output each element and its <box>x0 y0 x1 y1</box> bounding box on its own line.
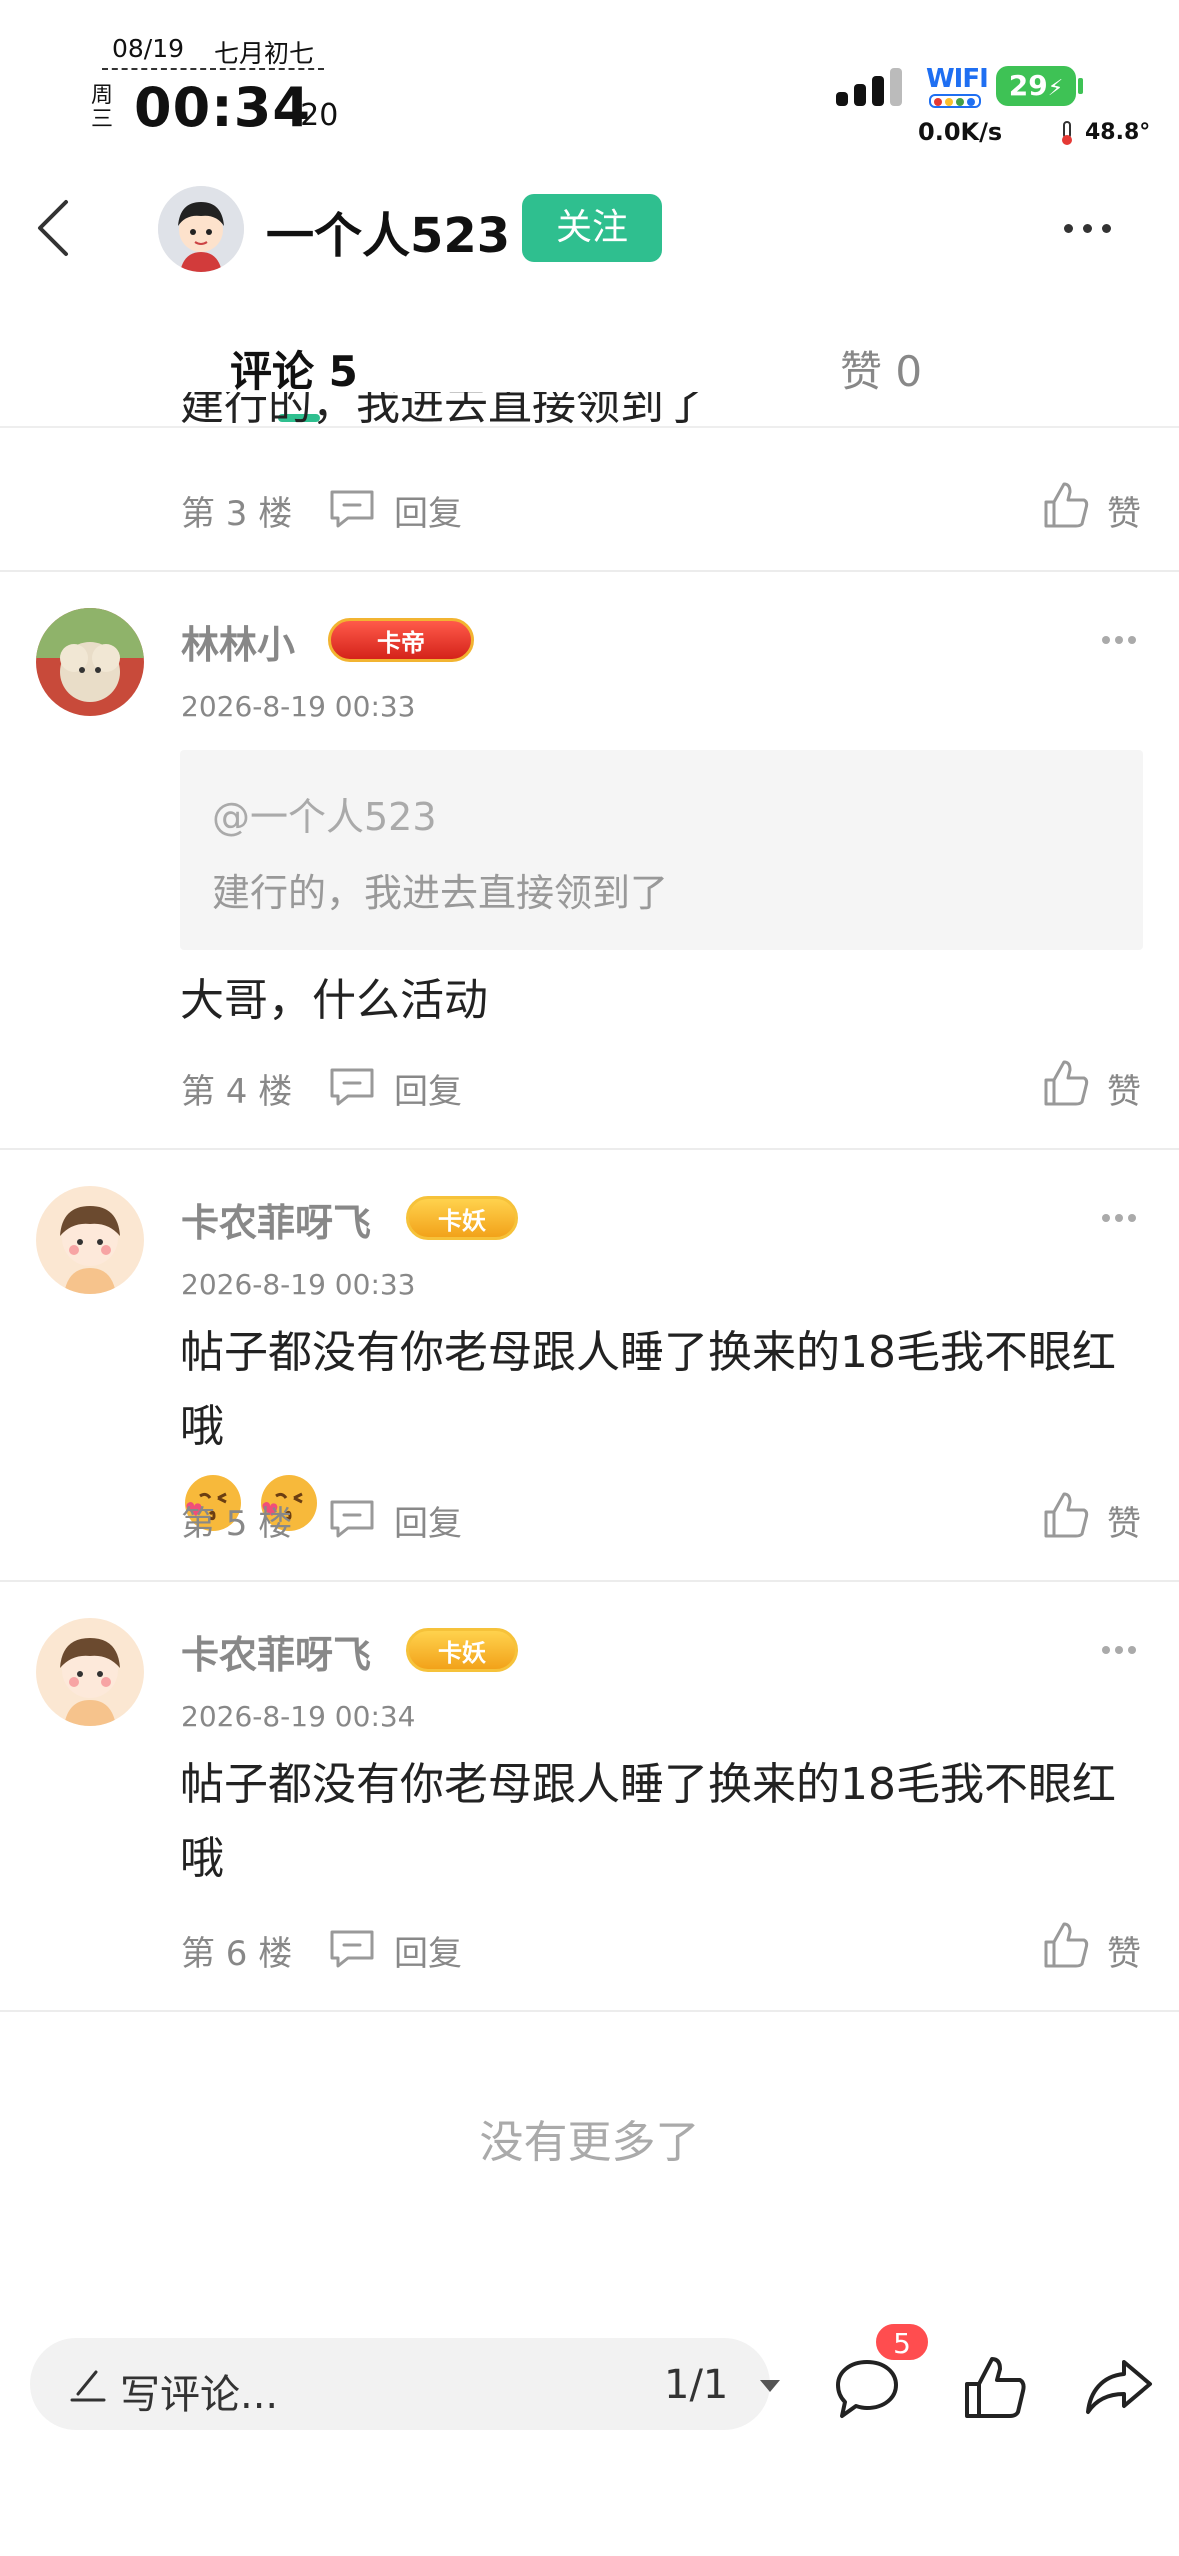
network-speed: 0.0K/s <box>918 118 1003 146</box>
status-divider <box>102 68 324 70</box>
wifi-icon: WIFI <box>926 64 989 94</box>
commenter-name[interactable]: 卡农菲呀飞 <box>181 1192 371 1247</box>
comment-time: 2026-8-19 00:33 <box>181 690 416 723</box>
thumbs-up-icon[interactable] <box>962 2354 1028 2420</box>
like-button[interactable]: 赞 <box>1107 1926 1141 1975</box>
comment-more-icon[interactable] <box>1102 1214 1136 1224</box>
divider <box>0 570 1179 572</box>
quoted-user: @一个人523 <box>212 795 437 839</box>
level-badge: 卡妖 <box>406 1628 518 1672</box>
more-options-icon[interactable] <box>1062 222 1114 236</box>
end-of-list-text: 没有更多了 <box>479 2117 700 2168</box>
reply-icon[interactable] <box>328 1066 376 1106</box>
page-selector[interactable]: 1/1 <box>664 2362 728 2408</box>
wifi-activity-icon <box>929 94 981 108</box>
quoted-reply[interactable]: @一个人523 建行的，我进去直接领到了 <box>180 750 1143 950</box>
author-name[interactable]: 一个人523 <box>266 196 510 266</box>
battery-level: 29 <box>1008 69 1048 102</box>
floor-label: 第 6 楼 <box>181 1934 293 1974</box>
device-temperature: 48.8° <box>1085 120 1151 145</box>
thumbs-up-icon[interactable] <box>1042 1058 1090 1108</box>
status-date: 08/19 <box>112 34 185 63</box>
battery-icon: 29⚡ <box>996 66 1076 106</box>
back-arrow-icon[interactable] <box>32 196 76 260</box>
comment-footer-5: 第 5 楼 回复 赞 <box>0 1488 1179 1548</box>
comment-input-placeholder: 写评论... <box>120 2372 279 2418</box>
level-badge: 卡妖 <box>406 1196 518 1240</box>
comment-input[interactable]: 写评论... 1/1 <box>30 2338 780 2430</box>
divider <box>0 1580 1179 1582</box>
comment-text-body: 帖子都没有你老母跟人睡了换来的18毛我不眼红哦 <box>180 1327 1116 1452</box>
divider <box>0 1148 1179 1150</box>
reply-icon[interactable] <box>328 1498 376 1538</box>
reply-icon[interactable] <box>328 488 376 528</box>
comment-icon[interactable] <box>834 2358 900 2420</box>
comment-footer-3: 第 3 楼 回复 赞 <box>0 478 1179 538</box>
signal-icon <box>836 66 908 106</box>
comment-text: 帖子都没有你老母跟人睡了换来的18毛我不眼红哦 <box>180 1759 1116 1884</box>
level-badge: 卡帝 <box>328 618 474 662</box>
reply-button[interactable]: 回复 <box>394 1926 462 1975</box>
divider <box>0 2010 1179 2012</box>
caret-down-icon[interactable] <box>760 2380 780 2392</box>
share-icon[interactable] <box>1084 2356 1154 2416</box>
comment-time: 2026-8-19 00:33 <box>181 1268 416 1301</box>
floor-label: 第 3 楼 <box>181 494 293 534</box>
commenter-avatar[interactable] <box>36 1186 144 1294</box>
status-bar: 08/19 七月初七 周三 00:34 :20 WIFI 29⚡ 0.0K/s … <box>0 0 1179 160</box>
floor-label: 第 4 楼 <box>181 1072 293 1112</box>
comment-time: 2026-8-19 00:34 <box>181 1700 416 1733</box>
tab-likes[interactable]: 赞 0 <box>840 338 922 399</box>
commenter-name[interactable]: 林林小 <box>181 614 295 669</box>
follow-button[interactable]: 关注 <box>522 194 662 262</box>
like-button[interactable]: 赞 <box>1107 1496 1141 1545</box>
comment-count-badge: 5 <box>874 2322 930 2362</box>
bottom-action-bar: 写评论... 1/1 5 <box>0 2320 1179 2456</box>
thermometer-icon <box>1062 121 1072 145</box>
like-button[interactable]: 赞 <box>1107 1064 1141 1113</box>
commenter-avatar[interactable] <box>36 608 144 716</box>
reply-button[interactable]: 回复 <box>394 486 462 535</box>
commenter-name[interactable]: 卡农菲呀飞 <box>181 1624 371 1679</box>
status-weekday: 周三 <box>90 83 113 132</box>
comment-text-partial: 建行的，我进去直接领到了 <box>180 392 708 430</box>
thumbs-up-icon[interactable] <box>1042 1490 1090 1540</box>
status-seconds: :20 <box>290 98 339 133</box>
reply-icon[interactable] <box>328 1928 376 1968</box>
status-lunar-date: 七月初七 <box>214 39 315 68</box>
floor-label: 第 5 楼 <box>181 1504 293 1544</box>
reply-button[interactable]: 回复 <box>394 1064 462 1113</box>
like-button[interactable]: 赞 <box>1107 486 1141 535</box>
commenter-avatar[interactable] <box>36 1618 144 1726</box>
thumbs-up-icon[interactable] <box>1042 480 1090 530</box>
pencil-icon <box>70 2370 106 2402</box>
top-nav: 一个人523 关注 <box>0 170 1179 290</box>
battery-tip <box>1078 78 1083 94</box>
tab-comments[interactable]: 评论 5 <box>230 338 358 399</box>
status-time: 00:34 <box>134 76 311 139</box>
reply-button[interactable]: 回复 <box>394 1496 462 1545</box>
thumbs-up-icon[interactable] <box>1042 1920 1090 1970</box>
author-avatar[interactable] <box>158 186 244 272</box>
quoted-text: 建行的，我进去直接领到了 <box>212 871 669 915</box>
comment-more-icon[interactable] <box>1102 636 1136 646</box>
comment-more-icon[interactable] <box>1102 1646 1136 1656</box>
comment-footer-4: 第 4 楼 回复 赞 <box>0 1056 1179 1116</box>
comment-text: 大哥，什么活动 <box>180 975 488 1026</box>
comment-footer-6: 第 6 楼 回复 赞 <box>0 1918 1179 1978</box>
